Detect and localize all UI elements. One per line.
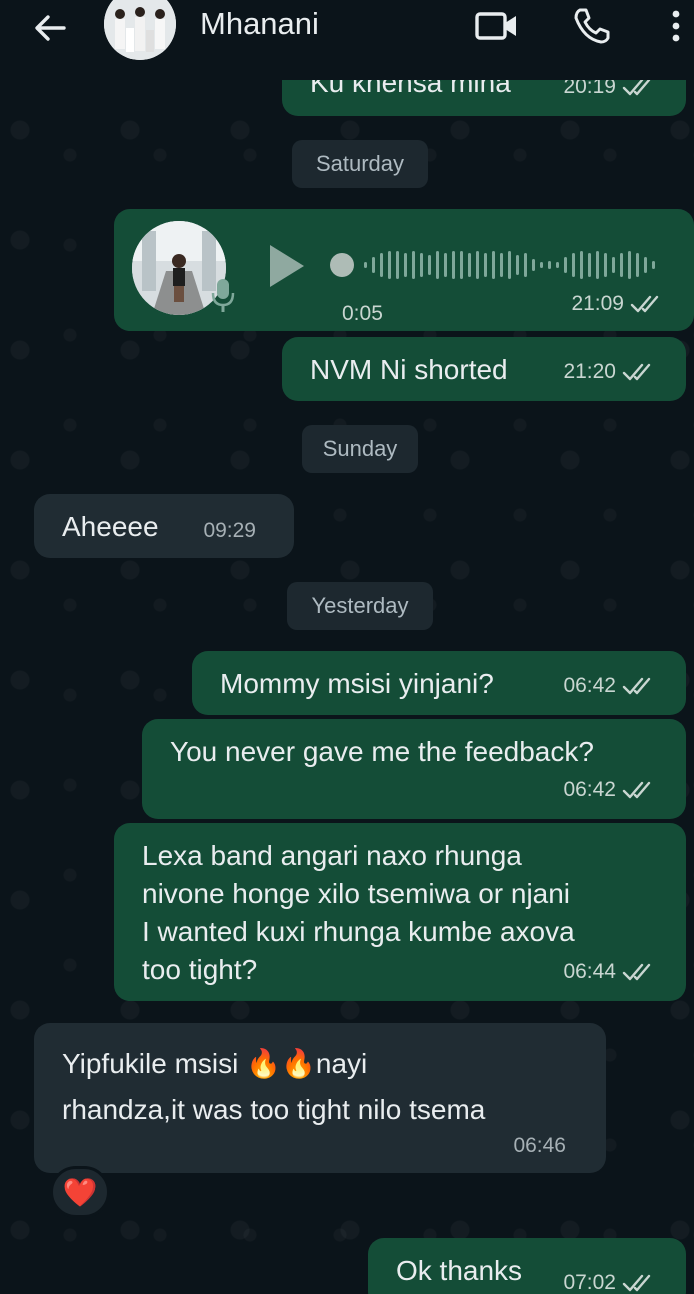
message-line: I wanted kuxi rhunga kumbe axova [142, 916, 575, 947]
read-ticks-icon [622, 677, 651, 695]
message-time: 09:29 [203, 519, 256, 542]
video-call-icon[interactable] [474, 6, 520, 46]
date-separator: Sunday [302, 425, 418, 473]
phone-icon[interactable] [570, 4, 614, 48]
message-text: nayi [315, 1048, 368, 1079]
read-ticks-icon [622, 1274, 651, 1292]
fire-emoji: 🔥 [281, 1047, 316, 1080]
heart-emoji: ❤️ [62, 1175, 98, 1209]
message-meta: 21:20 [563, 353, 656, 391]
message-incoming[interactable]: Aheeee 09:29 [34, 494, 294, 558]
fire-emoji: 🔥 [246, 1047, 281, 1080]
message-text: NVM Ni shorted [310, 354, 508, 385]
audio-waveform[interactable] [326, 245, 662, 285]
voice-duration: 0:05 [342, 302, 383, 325]
message-line: Lexa band angari naxo rhunga [142, 840, 522, 871]
message-outgoing[interactable]: NVM Ni shorted 21:20 [282, 337, 686, 401]
read-ticks-icon [622, 963, 651, 981]
message-meta: 06:42 [563, 771, 656, 809]
message-line: rhandza,it was too tight nilo tsema [62, 1094, 486, 1125]
message-outgoing[interactable]: Mommy msisi yinjani? 06:42 [192, 651, 686, 715]
message-time: 21:09 [571, 292, 624, 315]
voice-message[interactable]: 0:05 21:09 [114, 209, 694, 331]
more-vert-icon[interactable] [664, 6, 688, 46]
message-incoming[interactable]: Yipfukile msisi 🔥🔥nayi rhandza,it was to… [34, 1023, 606, 1173]
read-ticks-icon [622, 78, 651, 96]
message-time: 07:02 [563, 1271, 616, 1294]
message-time: 06:44 [563, 960, 616, 983]
play-icon[interactable] [264, 241, 308, 291]
message-time: 06:42 [563, 674, 616, 697]
message-text: Yipfukile msisi [62, 1048, 247, 1079]
message-line: Yipfukile msisi 🔥🔥nayi [62, 1045, 582, 1083]
message-text: Ok thanks [396, 1255, 523, 1286]
chat-area[interactable]: Ku khensa mina 20:19 Saturday 0:05 21:09… [0, 0, 694, 1294]
message-time: 21:20 [563, 360, 616, 383]
chat-header: Mhanani [0, 0, 694, 80]
microphone-icon [211, 279, 235, 312]
read-ticks-icon [622, 363, 651, 381]
message-meta: 06:44 [563, 953, 656, 991]
message-time: 06:46 [513, 1134, 566, 1157]
contact-avatar[interactable] [104, 0, 176, 60]
message-meta: 07:02 [563, 1264, 656, 1294]
message-line: nivone honge xilo tsemiwa or njani [142, 878, 571, 909]
message-outgoing[interactable]: You never gave me the feedback? 06:42 [142, 719, 686, 819]
read-ticks-icon [630, 295, 659, 313]
message-meta: 21:09 [571, 285, 664, 323]
message-outgoing[interactable]: Lexa band angari naxo rhunga nivone hong… [114, 823, 686, 1001]
date-separator: Yesterday [287, 582, 433, 630]
contact-name[interactable]: Mhanani [200, 6, 319, 42]
message-reaction[interactable]: ❤️ [50, 1166, 110, 1218]
arrow-left-icon[interactable] [30, 8, 70, 48]
message-time: 06:42 [563, 778, 616, 801]
message-meta: 06:42 [563, 667, 656, 705]
message-meta: 09:29 [203, 512, 256, 550]
message-text: You never gave me the feedback? [170, 736, 594, 767]
message-text: Mommy msisi yinjani? [220, 668, 494, 699]
date-separator: Saturday [292, 140, 428, 188]
message-text: Aheeee [62, 511, 159, 542]
message-meta: 06:46 [513, 1127, 566, 1165]
read-ticks-icon [622, 781, 651, 799]
message-outgoing[interactable]: Ok thanks 07:02 [368, 1238, 686, 1294]
